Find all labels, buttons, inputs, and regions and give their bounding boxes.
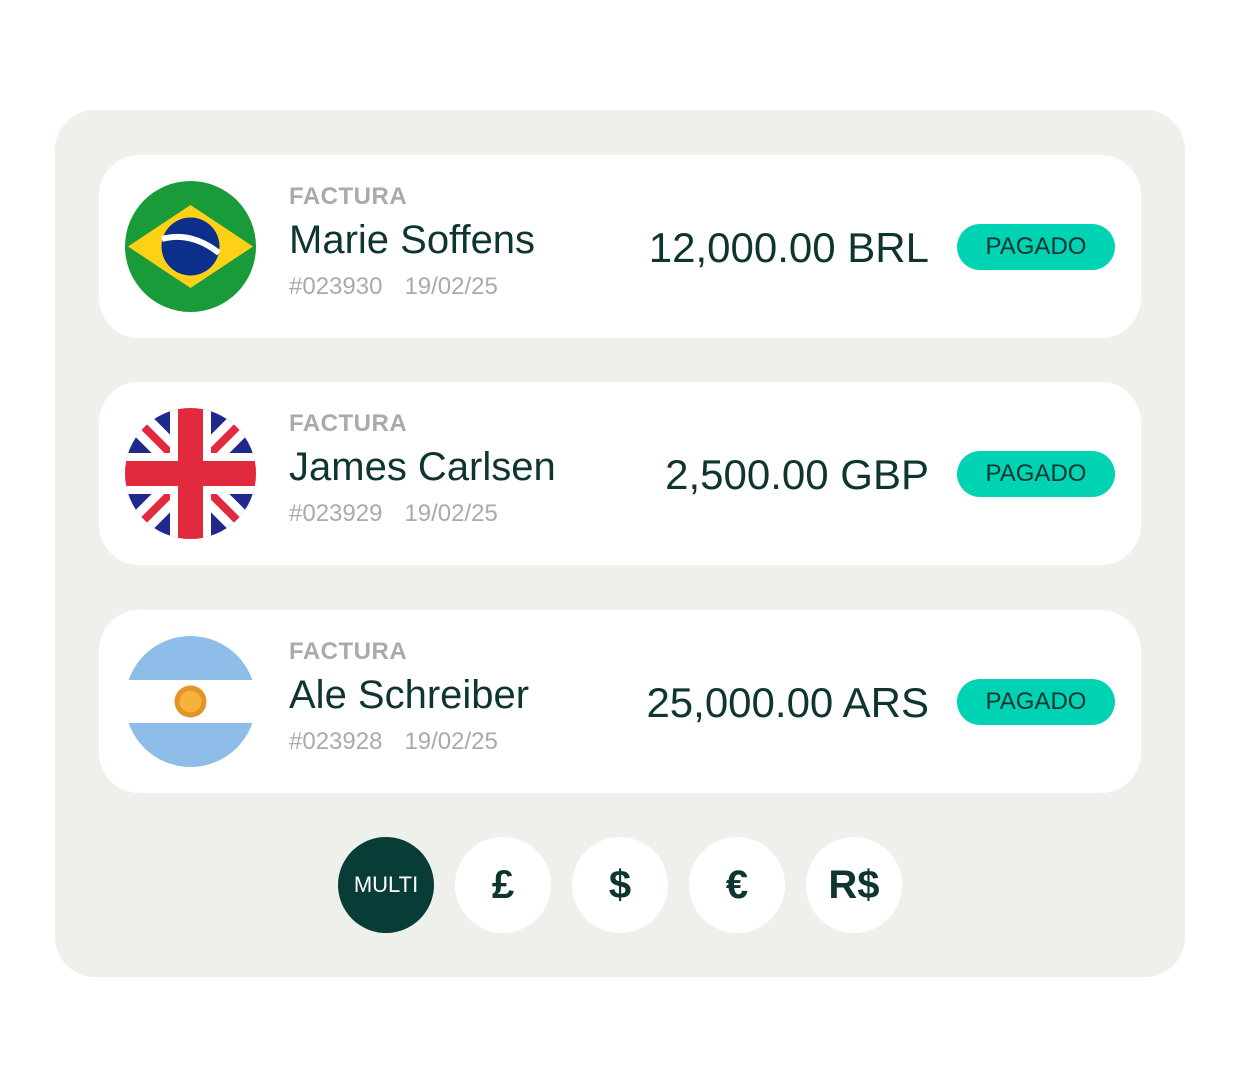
usd-currency-button[interactable]: $ [572,837,668,933]
invoice-number: #023929 [289,500,383,527]
invoice-date: 19/02/25 [404,500,498,527]
invoice-card-ars[interactable]: FACTURA Ale Schreiber #023928 19/02/25 25… [99,610,1141,793]
client-name: Ale Schreiber [289,673,530,717]
status-badge: PAGADO [957,451,1115,497]
invoice-label: FACTURA [289,638,408,665]
client-name: Marie Soffens [289,218,536,262]
invoice-panel: FACTURA Marie Soffens #023930 19/02/25 12… [55,110,1185,977]
currency-filter: MULTI £ $ € R$ [338,837,902,933]
invoice-amount: 25,000.00 ARS [646,679,929,726]
multi-currency-button[interactable]: MULTI [338,837,434,933]
brl-currency-button[interactable]: R$ [806,837,902,933]
eur-currency-button[interactable]: € [689,837,785,933]
invoice-date: 19/02/25 [404,273,498,300]
invoice-label: FACTURA [289,183,408,210]
invoice-amount: 2,500.00 GBP [665,451,929,498]
brazil-flag-icon [125,181,256,312]
invoice-amount: 12,000.00 BRL [648,224,929,271]
status-badge: PAGADO [957,679,1115,725]
invoice-label: FACTURA [289,410,408,437]
invoice-number: #023930 [289,273,383,300]
invoice-card-brl[interactable]: FACTURA Marie Soffens #023930 19/02/25 12… [99,155,1141,338]
gbp-currency-button[interactable]: £ [455,837,551,933]
client-name: James Carlsen [289,445,556,489]
argentina-flag-icon [125,636,256,767]
invoice-date: 19/02/25 [404,728,498,755]
invoice-number: #023928 [289,728,383,755]
status-badge: PAGADO [957,224,1115,270]
uk-flag-icon [125,408,256,539]
invoice-card-gbp[interactable]: FACTURA James Carlsen #023929 19/02/25 2,… [99,382,1141,565]
